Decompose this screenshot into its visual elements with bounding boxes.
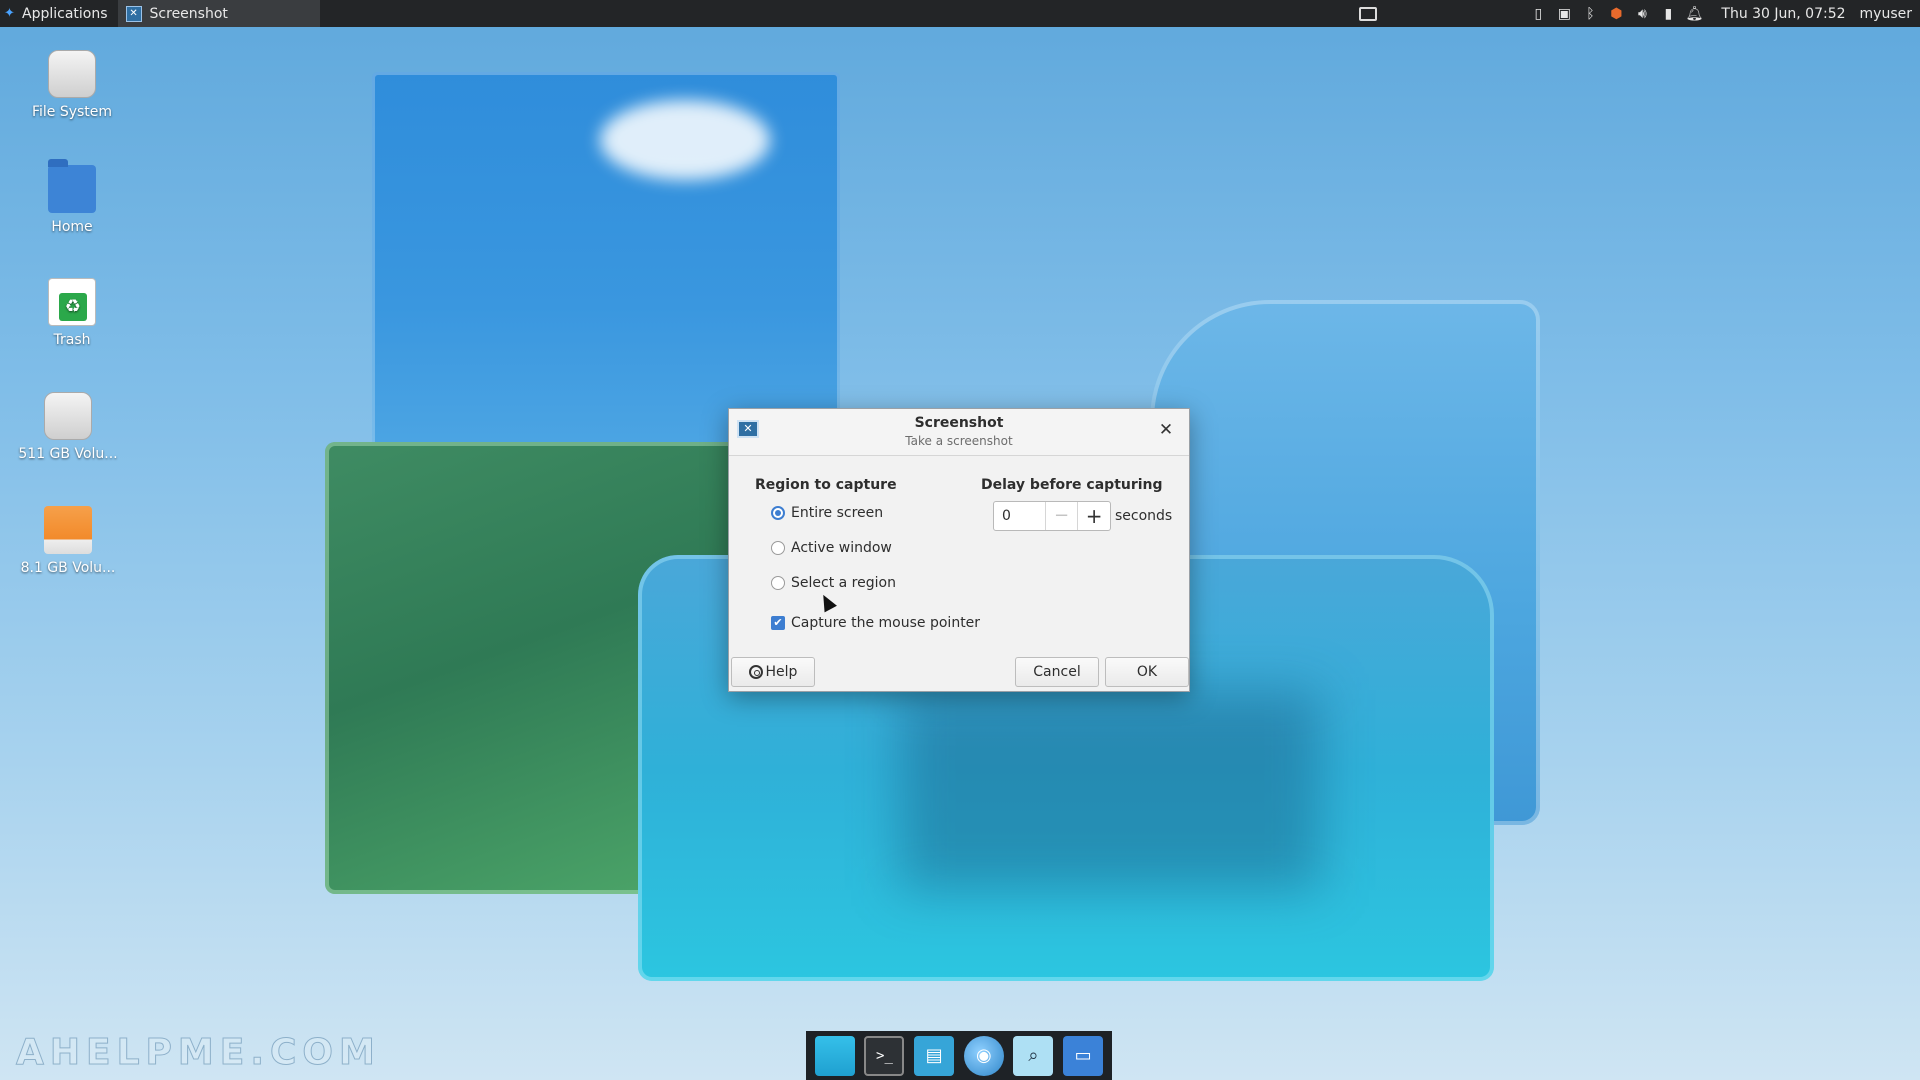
desktop-icon-file-system[interactable]: File System: [12, 50, 132, 120]
applications-label: Applications: [22, 5, 108, 22]
drive-icon: [48, 50, 96, 98]
help-button[interactable]: Help: [731, 657, 815, 687]
app-finder-icon[interactable]: ⌕: [1013, 1035, 1054, 1076]
network-icon[interactable]: ▣: [1555, 5, 1573, 23]
volume-icon[interactable]: 🔊︎: [1633, 5, 1651, 23]
trash-icon: ♻: [48, 278, 96, 326]
dialog-titlebar[interactable]: ✕ Screenshot Take a screenshot ✕: [729, 409, 1189, 456]
wallpaper-shadow: [900, 690, 1320, 890]
show-desktop-icon[interactable]: [814, 1035, 855, 1076]
desktop-icon-volume-8gb[interactable]: 8.1 GB Volu...: [8, 506, 128, 576]
decrement-icon[interactable]: −: [1044, 502, 1078, 530]
radio-label: Active window: [791, 540, 892, 556]
radio-label: Select a region: [791, 575, 896, 591]
battery-icon[interactable]: ▮: [1659, 5, 1677, 23]
user-menu[interactable]: myuser: [1860, 6, 1912, 22]
file-manager-icon[interactable]: ▤: [914, 1035, 955, 1076]
applications-menu[interactable]: ✦ Applications: [0, 0, 112, 27]
notification-bell-icon[interactable]: 🔔︎: [1685, 5, 1704, 23]
desktop: ✦ Applications ✕ Screenshot ▯ ▣ ᛒ ⬢ 🔊︎ ▮…: [0, 0, 1920, 1080]
desktop-icon-volume-511gb[interactable]: 511 GB Volu...: [8, 392, 128, 462]
cancel-button[interactable]: Cancel: [1015, 657, 1099, 687]
watermark: AHELPME.COM: [16, 1032, 381, 1074]
screenshot-app-icon: ✕: [125, 5, 142, 22]
ok-button[interactable]: OK: [1105, 657, 1189, 687]
clock[interactable]: Thu 30 Jun, 07:52: [1721, 6, 1845, 22]
checkbox-capture-pointer[interactable]: ✔ Capture the mouse pointer: [771, 615, 980, 631]
terminal-icon[interactable]: >_: [864, 1035, 905, 1076]
wallpaper-cloud: [600, 100, 770, 180]
radio-active-window[interactable]: Active window: [771, 540, 892, 556]
update-shield-icon[interactable]: ⬢: [1607, 5, 1625, 23]
home-folder-icon: [48, 159, 96, 213]
web-browser-icon[interactable]: ◉: [963, 1035, 1004, 1076]
radio-button[interactable]: [771, 541, 785, 555]
keyboard-layout-icon[interactable]: [1359, 6, 1378, 21]
increment-icon[interactable]: +: [1077, 502, 1110, 530]
folder-icon[interactable]: ▭: [1063, 1035, 1104, 1076]
clipboard-icon[interactable]: ▯: [1529, 5, 1547, 23]
dialog-subtitle: Take a screenshot: [905, 434, 1013, 448]
drive-icon: [44, 392, 92, 440]
usb-drive-icon: [44, 506, 92, 554]
help-button-label: Help: [765, 664, 798, 680]
applications-icon: ✦: [4, 5, 15, 21]
radio-button-checked[interactable]: [771, 506, 785, 520]
taskbar-item-screenshot[interactable]: ✕ Screenshot: [117, 0, 320, 27]
desktop-icon-home[interactable]: Home: [12, 159, 132, 235]
region-heading: Region to capture: [755, 477, 897, 493]
desktop-icon-label: 511 GB Volu...: [18, 446, 118, 462]
dialog-title: Screenshot: [914, 415, 1004, 431]
radio-label: Entire screen: [791, 505, 884, 521]
radio-entire-screen[interactable]: Entire screen: [771, 505, 883, 521]
delay-heading: Delay before capturing: [981, 477, 1163, 493]
radio-select-region[interactable]: Select a region: [771, 575, 896, 591]
checkbox-label: Capture the mouse pointer: [791, 615, 981, 631]
top-panel: ✦ Applications ✕ Screenshot ▯ ▣ ᛒ ⬢ 🔊︎ ▮…: [0, 0, 1920, 27]
taskbar-item-label: Screenshot: [149, 5, 228, 22]
delay-spinbox[interactable]: 0 − +: [993, 501, 1111, 531]
screenshot-dialog: ✕ Screenshot Take a screenshot ✕ Region …: [728, 408, 1190, 692]
radio-button[interactable]: [771, 576, 785, 590]
desktop-icon-label: File System: [31, 104, 113, 120]
desktop-icon-label: 8.1 GB Volu...: [20, 560, 116, 576]
close-icon[interactable]: ✕: [1157, 421, 1175, 439]
dock: >_ ▤ ◉ ⌕ ▭: [806, 1031, 1112, 1080]
help-lifebuoy-icon: [748, 665, 763, 679]
bluetooth-icon[interactable]: ᛒ: [1581, 5, 1599, 23]
desktop-icon-label: Home: [51, 219, 93, 235]
delay-units-label: seconds: [1115, 508, 1173, 524]
desktop-icon-trash[interactable]: ♻ Trash: [12, 278, 132, 348]
checkbox-checked-icon[interactable]: ✔: [771, 616, 785, 630]
delay-value-input[interactable]: 0: [994, 508, 1045, 524]
desktop-icon-label: Trash: [53, 332, 91, 348]
